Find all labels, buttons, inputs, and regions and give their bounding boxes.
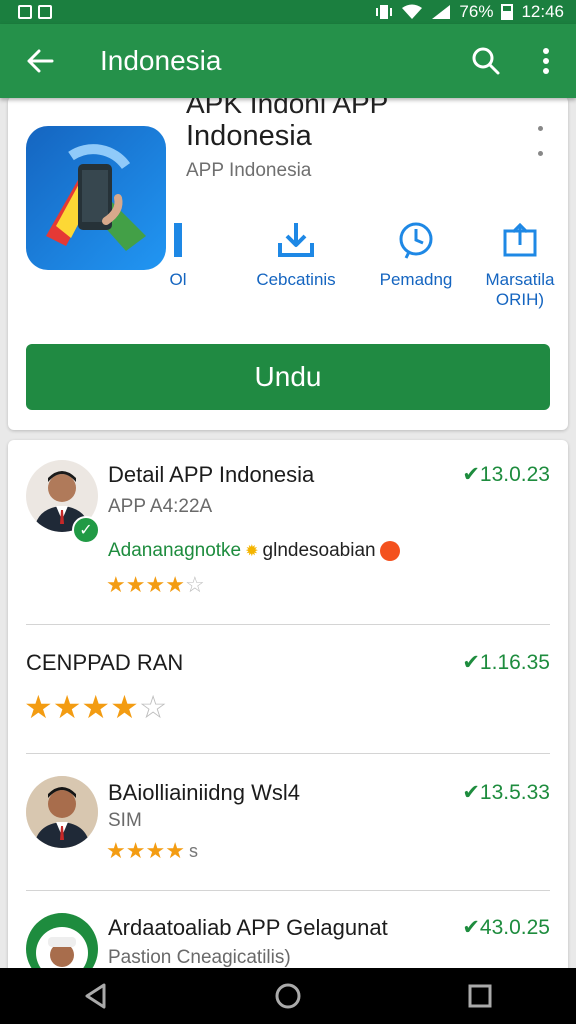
badge-dot-icon bbox=[379, 541, 400, 561]
list-item-title: CENPPAD RAN bbox=[26, 650, 184, 675]
battery-percent: 76% bbox=[459, 2, 494, 21]
vibrate-icon bbox=[376, 5, 393, 19]
app-logo-icon bbox=[46, 144, 146, 251]
list-item-subtitle: SIM bbox=[108, 810, 142, 831]
back-button[interactable] bbox=[0, 24, 80, 98]
verified-badge-icon: ✓ bbox=[72, 516, 100, 544]
star-icon: ★ bbox=[24, 689, 53, 725]
list-item-version: ✔13.0.23 bbox=[462, 463, 550, 486]
clipped-title: APK Indoni APP bbox=[186, 96, 389, 119]
status-left bbox=[18, 5, 52, 19]
dot bbox=[537, 126, 543, 131]
star-icon: ★ bbox=[81, 689, 111, 725]
avatar bbox=[26, 776, 98, 848]
action-row: Ol Cebcatinis Pemadng Marsatila ORIH) bbox=[168, 220, 568, 320]
list-item-version: ✔43.0.25 bbox=[462, 916, 550, 939]
app-bar: Indonesia bbox=[0, 24, 576, 98]
star-half-icon: ★ bbox=[165, 572, 185, 597]
triangle-back-icon bbox=[85, 983, 106, 1009]
rating-stars: ★ ★ ★ ★ s bbox=[106, 840, 198, 862]
download-icon bbox=[276, 220, 316, 260]
square-recents-icon bbox=[468, 984, 492, 1008]
star-empty-icon: ☆ bbox=[138, 689, 168, 725]
app-developer[interactable]: APP Indonesia bbox=[186, 160, 311, 182]
star-icon: ★ bbox=[52, 689, 82, 725]
dot bbox=[537, 151, 543, 156]
action-marsatila[interactable]: Marsatila ORIH) bbox=[468, 220, 568, 310]
nav-home-button[interactable] bbox=[258, 968, 318, 1024]
nav-recents-button[interactable] bbox=[450, 968, 510, 1024]
signal-icon bbox=[432, 5, 451, 19]
status-right: 76% 12:46 bbox=[375, 2, 564, 22]
arrow-back-icon bbox=[27, 49, 54, 73]
bar-icon bbox=[158, 220, 198, 260]
star-icon: ★ bbox=[125, 572, 146, 597]
rating-stars: ★ ★ ★ ★ ☆ bbox=[106, 574, 205, 596]
list-item-tags: Adananagnotke ✹ glndesoabian bbox=[108, 540, 400, 562]
search-icon bbox=[472, 47, 500, 75]
list-item[interactable]: ✓ Detail APP Indonesia ✔13.0.23 APP A4:2… bbox=[8, 440, 568, 624]
list-item-title: Ardaatoaliab APP Gelagunat bbox=[108, 915, 388, 940]
action-label: Marsatila ORIH) bbox=[485, 270, 555, 309]
star-icon: ★ bbox=[125, 838, 146, 863]
overflow-menu-button[interactable] bbox=[516, 24, 576, 98]
battery-icon bbox=[501, 4, 514, 20]
star-icon: ★ bbox=[145, 572, 166, 597]
wifi-icon bbox=[402, 4, 423, 19]
share-box-icon bbox=[500, 220, 540, 260]
list-item-title: BAiolliainiidng Wsl4 bbox=[108, 780, 300, 805]
app-detail-card: APK Indoni APP Indonesia APP Indonesia O… bbox=[8, 96, 568, 430]
nav-back-button[interactable] bbox=[66, 968, 126, 1024]
star-icon: ★ bbox=[106, 838, 126, 863]
notification-icon-2 bbox=[38, 5, 52, 19]
list-item-title: Detail APP Indonesia bbox=[108, 462, 315, 487]
app-icon bbox=[26, 126, 166, 270]
list-item[interactable]: Ardaatoaliab APP Gelagunat ✔43.0.25 Past… bbox=[8, 891, 568, 980]
card-overflow-menu[interactable] bbox=[534, 126, 546, 156]
star-empty-icon: ☆ bbox=[184, 572, 205, 597]
action-label: Ol bbox=[169, 270, 187, 289]
more-vert-icon bbox=[543, 48, 549, 74]
status-bar: 76% 12:46 bbox=[0, 0, 576, 24]
app-name: Indonesia bbox=[186, 120, 312, 152]
list-item[interactable]: CENPPAD RAN ✔1.16.35 ★ ★ ★ ★ ☆ bbox=[8, 625, 568, 753]
rating-suffix: s bbox=[188, 840, 198, 861]
list-item-subtitle: Pastion Cneagicatilis) bbox=[108, 947, 291, 968]
install-button[interactable]: Undu bbox=[26, 344, 550, 410]
tag-secondary: glndesoabian bbox=[262, 540, 376, 561]
action-pemadng[interactable]: Pemadng bbox=[368, 220, 464, 290]
list-item-version: ✔1.16.35 bbox=[462, 651, 550, 674]
list-item-version: ✔13.5.33 bbox=[462, 781, 550, 804]
tag-primary: Adananagnotke bbox=[108, 540, 242, 561]
system-nav-bar bbox=[0, 968, 576, 1024]
sun-icon: ✹ bbox=[245, 543, 259, 560]
rating-stars: ★ ★ ★ ★ ☆ bbox=[24, 691, 167, 723]
star-icon: ★ bbox=[145, 838, 166, 863]
clock: 12:46 bbox=[521, 2, 564, 21]
action-ol[interactable]: Ol bbox=[156, 220, 200, 290]
notification-icon bbox=[18, 5, 32, 19]
page-title: Indonesia bbox=[100, 45, 222, 76]
action-label: Pemadng bbox=[379, 270, 453, 289]
circle-home-icon bbox=[275, 983, 301, 1009]
related-apps-card: ✓ Detail APP Indonesia ✔13.0.23 APP A4:2… bbox=[8, 440, 568, 980]
clock-icon bbox=[396, 220, 436, 260]
list-item[interactable]: BAiolliainiidng Wsl4 ✔13.5.33 SIM ★ ★ ★ … bbox=[8, 754, 568, 890]
list-item-subtitle: APP A4:22A bbox=[108, 496, 213, 517]
star-icon: ★ bbox=[110, 689, 139, 725]
action-cebcatinis[interactable]: Cebcatinis bbox=[238, 220, 354, 290]
star-icon: ★ bbox=[106, 572, 126, 597]
star-half-icon: ★ bbox=[165, 838, 185, 863]
action-label: Cebcatinis bbox=[256, 270, 336, 289]
search-button[interactable] bbox=[456, 24, 516, 98]
